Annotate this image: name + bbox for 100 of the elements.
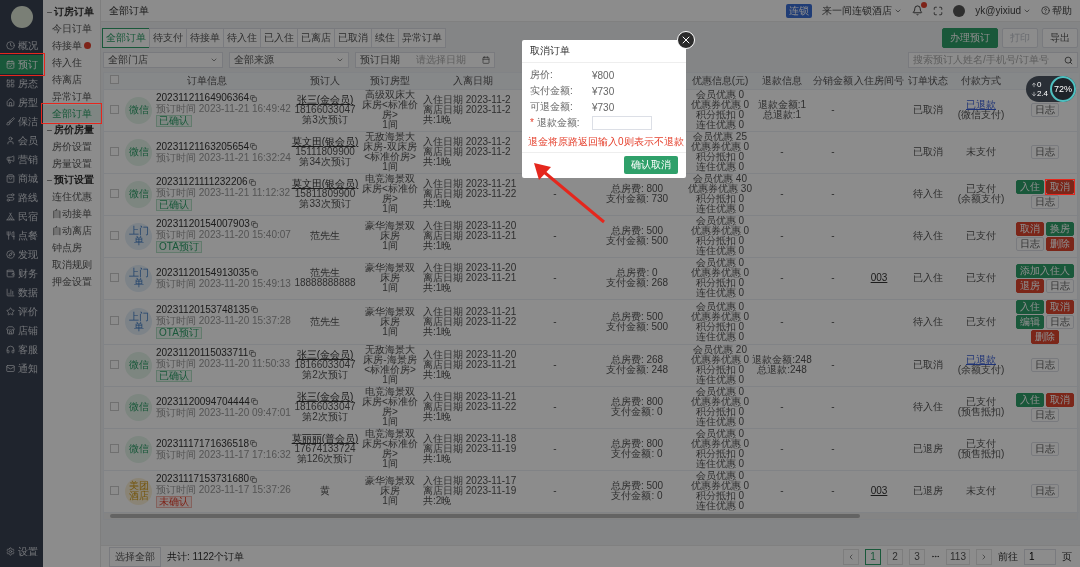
filter-tab[interactable]: 待接单 xyxy=(186,28,224,48)
sub-menu-item[interactable]: 取消规则 xyxy=(43,256,100,273)
row-action-button[interactable]: 添加入住人 xyxy=(1016,263,1074,278)
guest-name[interactable]: 莫文田(银会员) xyxy=(291,179,359,189)
guest-name[interactable]: 莫丽丽(普会员) xyxy=(291,434,359,444)
row-action-button[interactable]: 取消 xyxy=(1046,179,1074,194)
row-action-button[interactable]: 日志 xyxy=(1046,278,1074,293)
prev-page-button[interactable] xyxy=(843,548,860,565)
filter-tab[interactable]: 续住 xyxy=(371,28,399,48)
row-action-button[interactable]: 删除 xyxy=(1046,236,1074,251)
row-action-button[interactable]: 日志 xyxy=(1031,358,1059,372)
row-action-button[interactable]: 日志 xyxy=(1031,484,1059,498)
sub-menu-item[interactable]: 连住优惠 xyxy=(43,188,100,205)
sub-menu-item[interactable]: 全部订单 xyxy=(43,105,100,122)
table-cell: - xyxy=(831,146,835,157)
checkbox[interactable] xyxy=(109,272,119,282)
guest-name[interactable]: 张三(金会员) xyxy=(296,392,354,402)
room-number[interactable]: 003 xyxy=(870,485,888,496)
group-title[interactable]: 房价房量 xyxy=(43,122,100,138)
checkbox[interactable] xyxy=(109,359,119,369)
sub-menu-item[interactable]: 自动离店 xyxy=(43,222,100,239)
guest-name[interactable]: 张三(金会员) xyxy=(296,95,354,105)
copy-icon[interactable] xyxy=(250,143,258,150)
row-action-button[interactable]: 入住 xyxy=(1016,392,1044,407)
user-menu[interactable]: yk@yixiud xyxy=(975,5,1031,16)
checkbox[interactable] xyxy=(109,104,119,114)
room-number[interactable]: 003 xyxy=(870,272,888,283)
checkbox[interactable] xyxy=(109,188,119,198)
row-action-button[interactable]: 删除 xyxy=(1031,329,1059,344)
copy-icon[interactable] xyxy=(248,178,256,186)
page-button[interactable]: 2 xyxy=(887,548,904,565)
filter-tab[interactable]: 已入住 xyxy=(260,28,298,48)
copy-icon[interactable] xyxy=(250,398,258,405)
group-title[interactable]: 预订设置 xyxy=(43,172,100,188)
checkbox[interactable] xyxy=(109,146,119,156)
store-select[interactable]: 全部门店 xyxy=(103,52,223,68)
next-page-button[interactable] xyxy=(976,548,992,565)
row-action-button[interactable]: 日志 xyxy=(1031,145,1059,159)
checkbox[interactable] xyxy=(109,230,119,240)
row-action-button[interactable]: 编辑 xyxy=(1016,314,1044,329)
group-title[interactable]: 订房订单 xyxy=(43,4,100,20)
copy-icon[interactable] xyxy=(250,306,258,313)
copy-icon[interactable] xyxy=(249,349,257,357)
row-action-button[interactable]: 日志 xyxy=(1031,442,1059,456)
row-action-button[interactable]: 退房 xyxy=(1016,278,1044,293)
filter-tab[interactable]: 待入住 xyxy=(223,28,261,48)
filter-tab[interactable]: 全部订单 xyxy=(102,28,150,48)
select-all-button[interactable]: 选择全部 xyxy=(109,546,161,567)
payment-status[interactable]: 已退款 xyxy=(966,355,996,365)
row-action-button[interactable]: 入住 xyxy=(1016,179,1044,194)
copy-icon[interactable] xyxy=(250,220,258,228)
action-button[interactable]: 导出 xyxy=(1042,28,1078,48)
sub-menu-item[interactable]: 房价设置 xyxy=(43,138,100,155)
sub-menu-item[interactable]: 待接单 xyxy=(43,37,100,54)
row-action-button[interactable]: 日志 xyxy=(1031,194,1059,209)
fullscreen-icon[interactable] xyxy=(933,5,944,16)
copy-icon[interactable] xyxy=(250,94,258,102)
horizontal-scrollbar[interactable] xyxy=(104,512,1077,519)
checkbox[interactable] xyxy=(109,75,119,85)
copy-icon[interactable] xyxy=(250,440,258,447)
checkbox[interactable] xyxy=(109,485,119,495)
sub-menu-item[interactable]: 今日订单 xyxy=(43,20,100,37)
page-button[interactable]: 1 xyxy=(865,548,882,565)
copy-icon[interactable] xyxy=(250,269,258,276)
close-button[interactable] xyxy=(677,31,695,49)
row-action-button[interactable]: 日志 xyxy=(1031,407,1059,422)
copy-icon[interactable] xyxy=(250,475,258,483)
row-action-button[interactable]: 取消 xyxy=(1016,221,1044,236)
page-input[interactable]: 1 xyxy=(1024,548,1056,565)
sub-menu-item[interactable]: 房量设置 xyxy=(43,155,100,172)
payment-status[interactable]: 已退款 xyxy=(966,100,996,110)
row-action-button[interactable]: 日志 xyxy=(1031,103,1059,117)
row-action-button[interactable]: 日志 xyxy=(1046,314,1074,329)
sub-menu-item[interactable]: 钟点房 xyxy=(43,239,100,256)
row-action-button[interactable]: 取消 xyxy=(1046,392,1074,407)
guest-name[interactable]: 张三(金会员) xyxy=(296,350,354,360)
sub-menu-item[interactable]: 押金设置 xyxy=(43,273,100,290)
checkbox[interactable] xyxy=(109,401,119,411)
confirm-cancel-button[interactable]: 确认取消 xyxy=(624,156,678,174)
sidebar-item[interactable]: 预订 xyxy=(0,55,43,74)
sub-menu-item[interactable]: 自动接单 xyxy=(43,205,100,222)
page-button[interactable]: 113 xyxy=(946,548,970,565)
sub-menu-item[interactable]: 待入住 xyxy=(43,54,100,71)
action-button[interactable]: 办理预订 xyxy=(942,28,998,48)
page-button[interactable]: 3 xyxy=(909,548,926,565)
filter-tab[interactable]: 待支付 xyxy=(149,28,187,48)
filter-tab[interactable]: 已取消 xyxy=(334,28,372,48)
help-link[interactable]: 帮助 xyxy=(1041,3,1072,18)
source-select[interactable]: 全部来源 xyxy=(229,52,349,68)
notification-icon[interactable] xyxy=(912,5,924,16)
filter-tab[interactable]: 异常订单 xyxy=(398,28,446,48)
row-action-button[interactable]: 换房 xyxy=(1046,221,1074,236)
guest-name[interactable]: 莫文田(银会员) xyxy=(291,137,359,147)
row-action-button[interactable]: 日志 xyxy=(1016,236,1044,251)
refund-amount-field[interactable] xyxy=(592,116,652,130)
checkbox[interactable] xyxy=(109,316,119,325)
filter-tab[interactable]: 已离店 xyxy=(297,28,335,48)
checkbox[interactable] xyxy=(109,443,119,453)
sub-menu-item[interactable]: 待离店 xyxy=(43,71,100,88)
sub-menu-item[interactable]: 异常订单 xyxy=(43,88,100,105)
